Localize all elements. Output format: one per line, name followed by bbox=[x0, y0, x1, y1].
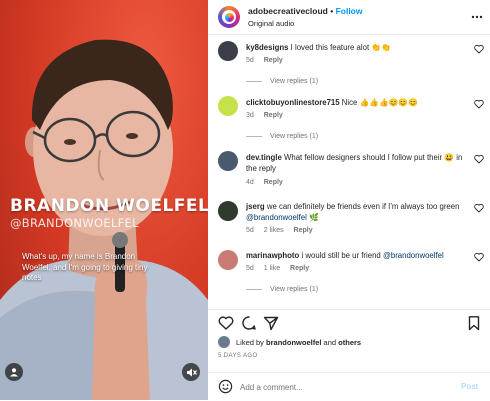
post-timestamp[interactable]: 5 DAYS AGO bbox=[218, 353, 258, 359]
view-replies-button[interactable]: View replies (1) bbox=[246, 286, 318, 293]
comment-meta: 3d Reply bbox=[246, 112, 291, 119]
follow-button[interactable]: Follow bbox=[336, 6, 363, 16]
separator-dot: • bbox=[330, 6, 334, 16]
share-icon[interactable] bbox=[263, 315, 279, 331]
comment-text: marinawphoto i would still be ur friend … bbox=[246, 250, 466, 261]
comment-username[interactable]: clicktobuyonlinestore715 bbox=[246, 98, 340, 107]
comment-text: ky8designs I loved this feature alot 👏👏 bbox=[246, 42, 466, 53]
comment-meta: 5d Reply bbox=[246, 57, 291, 64]
view-replies-label: View replies (1) bbox=[270, 133, 319, 140]
user-icon[interactable] bbox=[5, 363, 23, 381]
heart-icon[interactable] bbox=[474, 154, 484, 164]
video-overlay-handle: @BRANDONWOELFEL bbox=[10, 216, 139, 230]
heart-icon[interactable] bbox=[474, 44, 484, 54]
liked-by-others[interactable]: others bbox=[338, 338, 361, 347]
account-username[interactable]: adobecreativecloud bbox=[248, 6, 328, 16]
comment-username[interactable]: dev.tingle bbox=[246, 153, 282, 162]
liked-by-line: Liked by brandonwoelfel and others bbox=[218, 336, 361, 348]
comment-username[interactable]: jserg bbox=[246, 202, 265, 211]
comment-icon[interactable] bbox=[241, 315, 257, 331]
liked-by-prefix: Liked by bbox=[236, 337, 264, 347]
comment-likes[interactable]: 1 like bbox=[264, 265, 280, 272]
comment-username[interactable]: marinawphoto bbox=[246, 251, 299, 260]
post-header: adobecreativecloud • Follow Original aud… bbox=[208, 0, 490, 35]
comment-time: 5d bbox=[246, 57, 254, 64]
heart-icon[interactable] bbox=[474, 252, 484, 262]
add-comment-bar: Post bbox=[208, 372, 490, 401]
comment-text: jserg we can definitely be friends even … bbox=[246, 201, 466, 223]
view-replies-button[interactable]: View replies (1) bbox=[246, 78, 318, 85]
commenter-avatar[interactable] bbox=[218, 250, 238, 270]
comment-time: 5d bbox=[246, 265, 254, 272]
add-comment-input[interactable] bbox=[240, 380, 440, 394]
reel-post-view: BRANDON WOELFEL @BRANDONWOELFEL What's u… bbox=[0, 0, 490, 400]
view-replies-label: View replies (1) bbox=[270, 78, 319, 85]
view-replies-label: View replies (1) bbox=[270, 286, 319, 293]
heart-icon[interactable] bbox=[474, 203, 484, 213]
commenter-avatar[interactable] bbox=[218, 201, 238, 221]
heart-icon[interactable] bbox=[474, 99, 484, 109]
commenter-avatar[interactable] bbox=[218, 151, 238, 171]
video-overlay-name: BRANDON WOELFEL bbox=[10, 196, 208, 216]
liked-by-and: and bbox=[323, 337, 337, 347]
heart-icon[interactable] bbox=[218, 315, 234, 331]
smile-icon[interactable] bbox=[218, 379, 233, 394]
comment-time: 5d bbox=[246, 227, 254, 234]
account-avatar[interactable] bbox=[218, 6, 240, 28]
action-bar bbox=[208, 309, 490, 334]
comment-time: 3d bbox=[246, 112, 254, 119]
post-button[interactable]: Post bbox=[461, 382, 478, 391]
comments-panel: adobecreativecloud • Follow Original aud… bbox=[208, 0, 490, 400]
comment-meta: 5d 2 likes Reply bbox=[246, 227, 321, 234]
comment-likes[interactable]: 2 likes bbox=[264, 227, 284, 234]
reply-button[interactable]: Reply bbox=[294, 227, 313, 234]
reel-video[interactable]: BRANDON WOELFEL @BRANDONWOELFEL What's u… bbox=[0, 0, 208, 400]
reply-button[interactable]: Reply bbox=[264, 57, 283, 64]
reply-button[interactable]: Reply bbox=[264, 179, 283, 186]
comment-mention[interactable]: @brandonwoelfel bbox=[383, 251, 444, 260]
comment-meta: 4d Reply bbox=[246, 179, 291, 186]
comment-content: i would still be ur friend bbox=[301, 251, 381, 260]
header-user-line: adobecreativecloud • Follow bbox=[248, 6, 363, 16]
comment-list[interactable]: ky8designs I loved this feature alot 👏👏 … bbox=[208, 36, 490, 308]
commenter-avatar[interactable] bbox=[218, 96, 238, 116]
original-audio-link[interactable]: Original audio bbox=[248, 19, 294, 28]
comment-content: Nice 👍👍👍😊😊😊 bbox=[341, 98, 418, 107]
bookmark-icon[interactable] bbox=[466, 315, 482, 331]
comment-content: we can definitely be friends even if I'm… bbox=[266, 202, 460, 211]
liked-by-user[interactable]: brandonwoelfel bbox=[266, 338, 321, 347]
more-horizontal-icon[interactable] bbox=[471, 10, 483, 22]
liker-avatar[interactable] bbox=[218, 336, 230, 348]
reply-button[interactable]: Reply bbox=[290, 265, 309, 272]
comment-mention[interactable]: @brandonwoelfel bbox=[246, 213, 307, 222]
comment-content: I loved this feature alot 👏👏 bbox=[290, 43, 391, 52]
muted-speaker-icon[interactable] bbox=[182, 363, 200, 381]
view-replies-button[interactable]: View replies (1) bbox=[246, 133, 318, 140]
comment-emoji: 🌿 bbox=[308, 213, 319, 222]
commenter-avatar[interactable] bbox=[218, 41, 238, 61]
reply-button[interactable]: Reply bbox=[264, 112, 283, 119]
comment-text: clicktobuyonlinestore715 Nice 👍👍👍😊😊😊 bbox=[246, 97, 466, 108]
comment-username[interactable]: ky8designs bbox=[246, 43, 288, 52]
video-caption: What's up, my name is Brandon Woelfel, a… bbox=[22, 252, 148, 282]
comment-text: dev.tingle What fellow designers should … bbox=[246, 152, 466, 174]
comment-time: 4d bbox=[246, 179, 254, 186]
comment-meta: 5d 1 like Reply bbox=[246, 265, 317, 272]
